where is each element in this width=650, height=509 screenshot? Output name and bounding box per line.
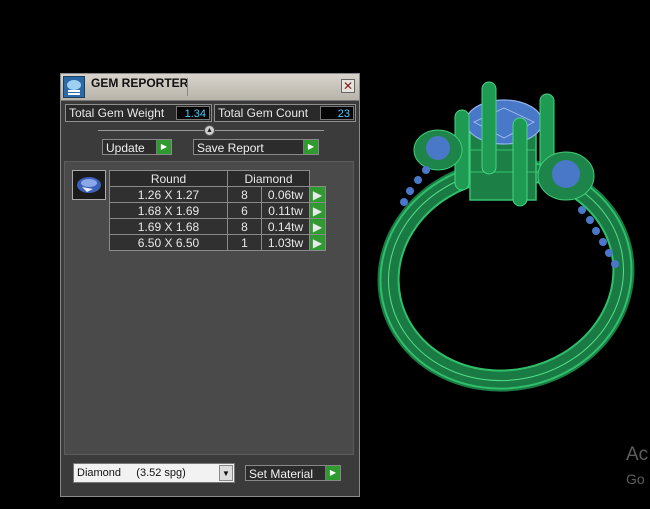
total-gem-weight: Total Gem Weight 1.34: [65, 104, 212, 122]
update-button[interactable]: Update ▶: [102, 139, 172, 155]
title-bar[interactable]: GEM REPORTER ✕: [61, 74, 359, 101]
ring-3d-viewport[interactable]: [370, 60, 650, 400]
activation-watermark-line1: Ac: [626, 444, 649, 465]
total-gem-weight-label: Total Gem Weight: [69, 106, 165, 120]
gem-carat: 0.06tw: [261, 186, 310, 203]
panel-title: GEM REPORTER: [91, 76, 189, 90]
gem-size: 1.26 X 1.27: [109, 186, 228, 203]
gem-count: 8: [227, 218, 262, 235]
gem-reporter-app-icon: [63, 76, 85, 98]
activation-watermark-line2: Go: [626, 471, 645, 487]
gem-carat: 0.14tw: [261, 218, 310, 235]
set-material-button[interactable]: Set Material ▶: [245, 465, 341, 481]
play-arrow-icon[interactable]: ▶: [309, 234, 326, 251]
gem-list-area: Round Diamond 1.26 X 1.27 8 0.06tw ▶ 1.6…: [64, 161, 354, 455]
collapse-arrow-icon[interactable]: ▲: [204, 125, 215, 136]
close-icon[interactable]: ✕: [341, 79, 355, 93]
gem-size: 6.50 X 6.50: [109, 234, 228, 251]
material-header: Diamond: [227, 170, 310, 187]
header-spacer: [310, 171, 326, 187]
gem-size: 1.68 X 1.69: [109, 202, 228, 219]
save-report-button-label: Save Report: [197, 141, 264, 155]
play-arrow-icon[interactable]: ▶: [309, 186, 326, 203]
gem-size: 1.69 X 1.68: [109, 218, 228, 235]
save-report-button[interactable]: Save Report ▶: [193, 139, 319, 155]
left-halo: [413, 129, 463, 171]
round-gem-icon[interactable]: [72, 170, 106, 200]
gem-count: 8: [227, 186, 262, 203]
total-gem-weight-value: 1.34: [176, 106, 210, 120]
title-separator: [187, 78, 188, 96]
gem-count: 6: [227, 202, 262, 219]
gem-carat: 1.03tw: [261, 234, 310, 251]
total-gem-count: Total Gem Count 23: [214, 104, 356, 122]
gem-reporter-panel: GEM REPORTER ✕ Total Gem Weight 1.34 Tot…: [60, 73, 360, 497]
play-arrow-icon: ▶: [325, 466, 340, 480]
right-halo: [537, 151, 595, 201]
gem-count: 1: [227, 234, 262, 251]
shape-header: Round: [109, 170, 228, 187]
gem-table: Round Diamond 1.26 X 1.27 8 0.06tw ▶ 1.6…: [109, 170, 326, 251]
set-material-button-label: Set Material: [249, 467, 314, 481]
table-row: 6.50 X 6.50 1 1.03tw ▶: [109, 234, 326, 251]
center-stone: [465, 99, 543, 145]
update-button-label: Update: [106, 141, 145, 155]
total-gem-count-label: Total Gem Count: [218, 106, 309, 120]
dropdown-arrow-icon: ▼: [219, 465, 233, 481]
material-select-value: Diamond (3.52 spg): [77, 467, 186, 479]
play-arrow-icon[interactable]: ▶: [309, 202, 326, 219]
gem-carat: 0.11tw: [261, 202, 310, 219]
table-row: 1.69 X 1.68 8 0.14tw ▶: [109, 218, 326, 235]
play-arrow-icon[interactable]: ▶: [309, 218, 326, 235]
table-row: 1.26 X 1.27 8 0.06tw ▶: [109, 186, 326, 203]
total-gem-count-value: 23: [320, 106, 354, 120]
table-row: 1.68 X 1.69 6 0.11tw ▶: [109, 202, 326, 219]
gem-table-header: Round Diamond: [109, 170, 326, 187]
play-arrow-icon: ▶: [303, 140, 318, 154]
play-arrow-icon: ▶: [156, 140, 171, 154]
material-select[interactable]: Diamond (3.52 spg) ▼: [73, 463, 235, 483]
